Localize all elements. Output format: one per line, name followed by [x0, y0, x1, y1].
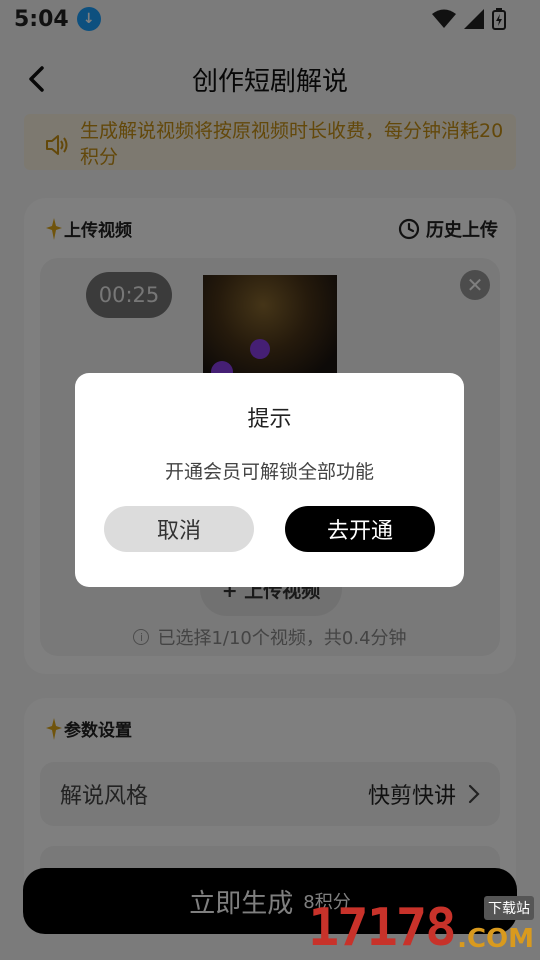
watermark-domain: .COM: [457, 924, 534, 954]
site-watermark: 下载站 17178 .COM: [308, 896, 536, 958]
watermark-tag: 下载站: [484, 896, 534, 920]
dialog-message: 开通会员可解锁全部功能: [164, 461, 374, 483]
watermark-number: 17178: [308, 898, 457, 958]
dialog-title: 提示: [247, 407, 292, 432]
open-membership-button[interactable]: 去开通: [285, 506, 435, 552]
cancel-button[interactable]: 取消: [104, 506, 254, 552]
membership-dialog: 提示 开通会员可解锁全部功能 取消 去开通: [75, 373, 464, 587]
